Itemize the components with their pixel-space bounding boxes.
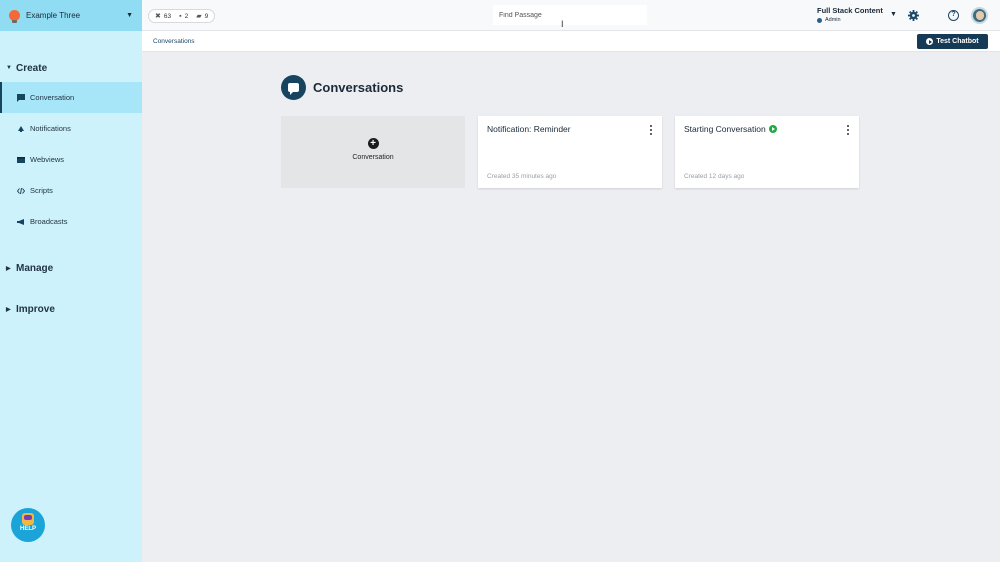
sidebar-item-broadcasts[interactable]: Broadcasts [0, 206, 142, 237]
stat-boxes: ▪ 2 [179, 13, 188, 20]
section-improve-label: Improve [16, 303, 55, 315]
conversation-title-text: Notification: Reminder [487, 124, 571, 134]
project-name: Example Three [26, 11, 81, 20]
help-label: HELP [19, 526, 36, 532]
play-circle-icon [768, 125, 777, 133]
browser-window-icon [17, 156, 25, 163]
project-selector[interactable]: Example Three ▼ [0, 0, 142, 31]
crossed-tools-icon: ✖ [155, 13, 161, 20]
sidebar-item-scripts[interactable]: Scripts [0, 175, 142, 206]
avatar[interactable] [971, 7, 988, 24]
breadcrumb[interactable]: Conversations [153, 38, 195, 45]
account-menu[interactable]: Full Stack Content Admin [817, 6, 883, 23]
play-circle-icon [926, 38, 934, 45]
caret-right-icon: ▶ [6, 265, 11, 272]
user-role: Admin [817, 17, 883, 23]
person-icon [817, 17, 822, 23]
lightbulb-icon [9, 10, 20, 23]
new-conversation-card[interactable]: + Conversation [281, 116, 465, 188]
sub-bar: Conversations Test Chatbot [142, 31, 1000, 52]
sidebar-item-label: Broadcasts [30, 217, 68, 226]
section-improve[interactable]: ▶ Improve [0, 299, 142, 319]
text-cursor-icon: I [561, 19, 564, 29]
sidebar-item-webviews[interactable]: Webviews [0, 144, 142, 175]
bullhorn-icon [17, 218, 24, 225]
caret-down-icon: ▼ [6, 65, 12, 71]
org-name: Full Stack Content [817, 6, 883, 15]
project-stats[interactable]: ✖ 63 ▪ 2 ▰ 9 [148, 9, 216, 23]
new-conversation-label: Conversation [352, 154, 394, 161]
search-input[interactable] [493, 5, 647, 25]
code-icon [17, 187, 25, 194]
stat-lock: ▰ 9 [196, 12, 209, 21]
help-button[interactable]: HELP [11, 508, 45, 542]
created-timestamp: Created 12 days ago [684, 173, 745, 180]
page-header: Conversations [281, 75, 403, 100]
megaphone-bell-icon [18, 125, 24, 132]
section-manage-label: Manage [16, 262, 54, 274]
section-create[interactable]: ▼ Create [0, 58, 142, 78]
conversation-title[interactable]: Notification: Reminder [487, 124, 571, 134]
stat-value: 63 [163, 12, 172, 20]
test-chatbot-label: Test Chatbot [936, 38, 979, 45]
caret-right-icon: ▶ [6, 306, 11, 313]
sidebar-item-label: Notifications [30, 124, 71, 133]
section-manage[interactable]: ▶ Manage [0, 258, 142, 278]
sidebar-item-label: Scripts [30, 186, 53, 195]
test-chatbot-button[interactable]: Test Chatbot [917, 34, 988, 49]
lock-icon: ▰ [196, 13, 202, 20]
chat-icon [281, 75, 306, 100]
sidebar-item-label: Conversation [30, 93, 75, 102]
more-vertical-icon[interactable] [649, 125, 653, 135]
conversation-title[interactable]: Starting Conversation [684, 124, 777, 134]
conversation-title-text: Starting Conversation [684, 124, 766, 134]
stat-value: 9 [204, 12, 209, 20]
page-title: Conversations [313, 80, 404, 95]
section-create-label: Create [16, 62, 48, 74]
help-question-icon[interactable]: ? [948, 10, 959, 21]
help-mascot-icon [22, 513, 34, 525]
sidebar-item-conversation[interactable]: Conversation [0, 82, 142, 113]
chevron-down-icon[interactable]: ▼ [890, 11, 897, 18]
plus-circle-icon: + [367, 138, 379, 149]
created-timestamp: Created 35 minutes ago [487, 173, 557, 180]
sidebar: Example Three ▼ ▼ Create Conversation No… [0, 0, 142, 562]
gear-icon[interactable] [908, 10, 919, 21]
more-vertical-icon[interactable] [846, 125, 850, 135]
chevron-down-icon: ▼ [126, 12, 133, 19]
sidebar-item-label: Webviews [30, 155, 65, 164]
top-bar: ✖ 63 ▪ 2 ▰ 9 I Full Stack Content Admin … [142, 0, 1000, 31]
role-label: Admin [825, 17, 841, 23]
stat-value: 2 [184, 12, 189, 20]
conversation-card[interactable]: Starting Conversation Created 12 days ag… [675, 116, 859, 188]
boxes-icon: ▪ [179, 12, 182, 20]
chat-icon [17, 93, 25, 102]
conversation-card[interactable]: Notification: Reminder Created 35 minute… [478, 116, 662, 188]
sidebar-item-notifications[interactable]: Notifications [0, 113, 142, 144]
stat-tools: ✖ 63 [155, 12, 172, 21]
